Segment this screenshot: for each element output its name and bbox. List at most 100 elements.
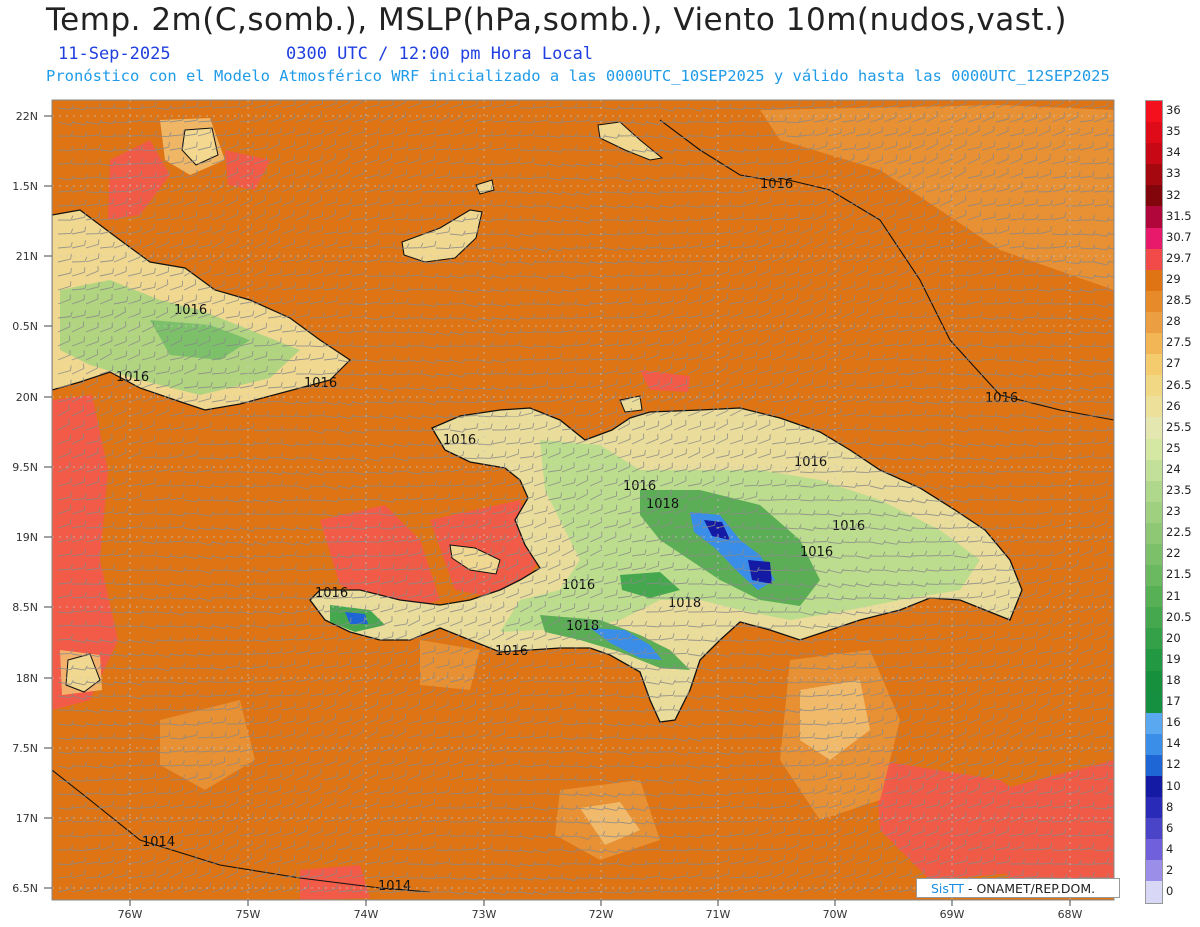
wind-barb-flag xyxy=(1121,329,1123,334)
wind-barb xyxy=(379,331,394,334)
wind-barb xyxy=(267,359,282,361)
wind-barb-flag xyxy=(238,113,240,119)
wind-barb xyxy=(519,317,534,319)
wind-barb-flag xyxy=(504,477,506,483)
wind-barb-flag xyxy=(320,167,323,173)
wind-barb-flag xyxy=(1121,314,1123,319)
wind-barb-flag xyxy=(728,491,730,497)
wind-barb-flag xyxy=(574,477,576,483)
wind-barb-flag xyxy=(658,547,660,553)
wind-barb-flag xyxy=(910,211,912,217)
wind-barb-flag xyxy=(742,225,744,231)
wind-barb-flag xyxy=(266,281,268,287)
wind-barb-flag xyxy=(798,281,800,287)
wind-barb-flag xyxy=(210,421,212,427)
wind-barb xyxy=(911,527,926,530)
wind-barb-flag xyxy=(264,194,266,200)
wind-barb-flag xyxy=(250,250,252,256)
wind-barb xyxy=(1037,303,1052,305)
wind-barb-flag xyxy=(1121,494,1122,499)
wind-barb xyxy=(981,247,996,249)
wind-barb-flag xyxy=(658,365,660,371)
wind-barb xyxy=(1093,414,1108,417)
wind-barb-flag xyxy=(938,309,940,315)
wind-barb-flag xyxy=(1121,203,1123,207)
wind-barb-flag xyxy=(742,421,744,427)
wind-barb-flag xyxy=(378,127,380,133)
wind-barb-flag xyxy=(264,208,266,214)
wind-barb-flag xyxy=(854,281,856,287)
wind-barb xyxy=(939,303,954,305)
wind-barb xyxy=(351,345,366,348)
wind-barb xyxy=(1065,233,1080,235)
wind-barb-flag xyxy=(70,365,72,371)
wind-barb xyxy=(505,345,520,347)
wind-barb xyxy=(351,303,366,306)
wind-barb xyxy=(967,499,982,501)
wind-barb-flag xyxy=(404,111,407,117)
wind-barb-flag xyxy=(434,533,436,539)
wind-barb-flag xyxy=(812,351,814,357)
wind-barb xyxy=(435,247,450,250)
wind-barb xyxy=(421,429,436,432)
wind-barb xyxy=(673,149,688,152)
wind-barb-flag xyxy=(1121,343,1123,347)
wind-barb xyxy=(1023,302,1038,305)
wind-barb-flag xyxy=(952,309,954,315)
wind-barb-flag xyxy=(196,323,198,329)
wind-barb-flag xyxy=(840,337,842,343)
wind-barb-flag xyxy=(938,253,940,259)
wind-barb-flag xyxy=(320,111,323,117)
wind-barb-flag xyxy=(264,265,267,271)
wind-barb xyxy=(645,261,660,263)
wind-barb-flag xyxy=(698,362,700,369)
wind-barb-flag xyxy=(602,379,604,385)
isobar-label: 1016 xyxy=(304,376,337,391)
wind-barb-flag xyxy=(320,180,322,187)
wind-barb xyxy=(57,205,72,207)
wind-barb xyxy=(995,470,1010,473)
wind-barb-flag xyxy=(908,194,910,200)
wind-barb xyxy=(687,190,702,193)
wind-barb-flag xyxy=(1078,127,1080,133)
wind-barb xyxy=(547,373,562,375)
wind-barb xyxy=(253,344,268,347)
wind-barb xyxy=(183,541,198,544)
wind-barb-flag xyxy=(714,421,716,427)
wind-barb xyxy=(309,373,324,376)
wind-barb-flag xyxy=(112,379,114,385)
wind-barb-flag xyxy=(894,251,897,257)
wind-barb-flag xyxy=(714,281,716,287)
wind-barb-flag xyxy=(966,281,968,287)
wind-barb xyxy=(519,331,534,334)
wind-barb-flag xyxy=(1121,143,1122,148)
wind-barb xyxy=(379,457,394,459)
wind-barb-flag xyxy=(224,267,226,273)
wind-barb xyxy=(1093,401,1108,403)
wind-barb xyxy=(309,386,324,389)
wind-barb xyxy=(743,218,758,221)
wind-barb-flag xyxy=(1121,535,1122,540)
wind-barb xyxy=(701,260,716,263)
wind-barb xyxy=(323,471,338,473)
wind-barb-flag xyxy=(210,169,212,175)
wind-barb xyxy=(1051,442,1066,445)
wind-barb-flag xyxy=(628,474,630,481)
wind-barb-flag xyxy=(194,264,196,270)
wind-barb-flag xyxy=(1121,464,1122,469)
wind-barb xyxy=(407,485,422,487)
wind-barb-flag xyxy=(308,309,310,315)
wind-barb xyxy=(995,498,1010,501)
wind-barb xyxy=(981,415,996,418)
wind-barb-flag xyxy=(714,379,716,385)
wind-barb-flag xyxy=(1064,183,1066,189)
wind-barb-flag xyxy=(546,463,548,469)
wind-barb-flag xyxy=(868,239,870,245)
wind-barb-flag xyxy=(658,309,660,315)
wind-barb-flag xyxy=(280,127,282,133)
wind-barb xyxy=(953,274,968,277)
wind-barb-flag xyxy=(852,208,854,214)
wind-barb xyxy=(617,317,632,319)
wind-barb-flag xyxy=(728,309,730,315)
wind-barb xyxy=(561,135,576,137)
